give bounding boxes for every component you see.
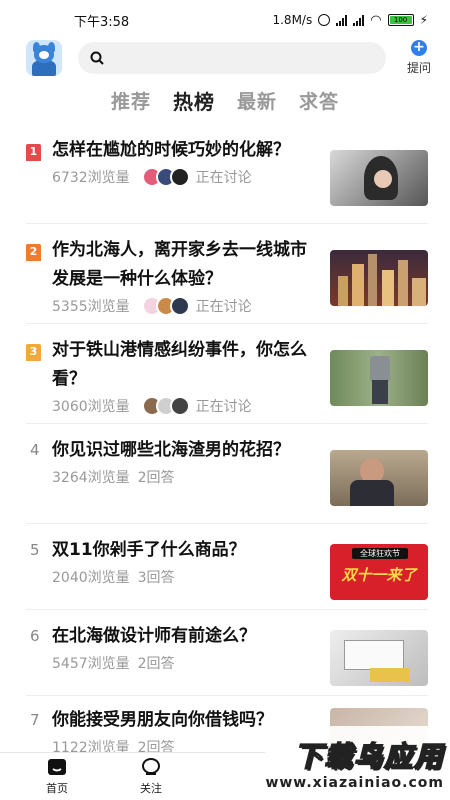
list-item[interactable]: 4 你见识过哪些北海渣男的花招？ 3264浏览量 2回答 [26, 424, 428, 524]
tab-hot[interactable]: 热榜 [173, 86, 215, 115]
avatar[interactable] [26, 40, 62, 76]
ask-button[interactable]: + 提问 [402, 40, 436, 76]
rank-badge: 3 [26, 344, 41, 361]
question-title[interactable]: 对于铁山港情感纠纷事件，你怎么看？ [52, 336, 318, 394]
tab-latest[interactable]: 最新 [237, 87, 277, 114]
answer-count: 2回答 [137, 470, 175, 486]
question-thumbnail[interactable] [330, 350, 428, 406]
thumb-badge: 全球狂欢节 [352, 548, 408, 559]
follow-icon [142, 758, 160, 775]
question-thumbnail[interactable] [330, 150, 428, 206]
list-item[interactable]: 2 作为北海人，离开家乡去一线城市发展是一种什么体验？ 5355浏览量 正在讨论 [26, 224, 428, 324]
status-bar: 下午3:58 1.8M/s ◠ 100 ⚡ [0, 0, 450, 40]
rank-number: 5 [30, 541, 40, 559]
avatar-group [141, 167, 190, 187]
charging-icon: ⚡ [419, 13, 428, 27]
net-speed: 1.8M/s [272, 13, 313, 27]
discussion-status: 正在讨论 [195, 170, 252, 186]
hot-list: 1 怎样在尴尬的时候巧妙的化解？ 6732浏览量 正在讨论 2 作为北海人，离开… [0, 124, 450, 764]
question-title[interactable]: 你见识过哪些北海渣男的花招？ [52, 436, 318, 465]
search-bar[interactable] [78, 42, 386, 74]
list-item[interactable]: 1 怎样在尴尬的时候巧妙的化解？ 6732浏览量 正在讨论 [26, 124, 428, 224]
top-bar: + 提问 [0, 40, 450, 76]
rank-badge: 1 [26, 144, 41, 161]
discussion-status: 正在讨论 [195, 399, 252, 415]
tab-recommend[interactable]: 推荐 [111, 87, 151, 114]
question-thumbnail[interactable] [330, 450, 428, 506]
question-title[interactable]: 双11你剁手了什么商品？ [52, 536, 318, 565]
status-time: 下午3:58 [74, 14, 130, 30]
list-item[interactable]: 6 在北海做设计师有前途么？ 5457浏览量 2回答 [26, 610, 428, 696]
watermark: 下载鸟应用 www.xiazainiao.com [265, 726, 450, 800]
tab-bar: 推荐 热榜 最新 求答 [0, 76, 450, 124]
answer-count: 2回答 [137, 656, 175, 672]
rank-number: 6 [30, 627, 40, 645]
question-title[interactable]: 在北海做设计师有前途么？ [52, 622, 318, 651]
thumb-banner-text: 双十一来了 [341, 566, 417, 584]
tab-ask[interactable]: 求答 [299, 87, 339, 114]
signal-icon [336, 14, 348, 26]
search-input[interactable] [112, 50, 386, 66]
nav-home[interactable]: 首页 [10, 753, 104, 800]
question-title[interactable]: 作为北海人，离开家乡去一线城市发展是一种什么体验？ [52, 236, 318, 294]
rank-badge: 2 [26, 244, 41, 261]
list-item[interactable]: 5 双11你剁手了什么商品？ 2040浏览量 3回答 全球狂欢节 双十一来了 [26, 524, 428, 610]
question-thumbnail[interactable]: 全球狂欢节 双十一来了 [330, 544, 428, 600]
question-thumbnail[interactable] [330, 630, 428, 686]
battery-icon: 100 [387, 14, 414, 26]
view-count: 2040浏览量 [52, 570, 130, 586]
view-count: 6732浏览量 [52, 170, 130, 186]
answer-count: 3回答 [137, 570, 175, 586]
list-item[interactable]: 3 对于铁山港情感纠纷事件，你怎么看？ 3060浏览量 正在讨论 [26, 324, 428, 424]
ask-label: 提问 [406, 61, 431, 75]
wifi-icon: ◠ [370, 12, 382, 28]
watermark-title: 下载鸟应用 [293, 739, 444, 774]
alarm-icon [318, 14, 331, 26]
discussion-status: 正在讨论 [195, 299, 252, 315]
view-count: 5457浏览量 [52, 656, 130, 672]
search-icon [90, 51, 104, 65]
avatar-group [141, 296, 190, 316]
view-count: 5355浏览量 [52, 299, 130, 315]
rank-number: 4 [30, 441, 40, 459]
home-icon [48, 759, 66, 775]
rank-number: 7 [30, 711, 40, 729]
view-count: 3264浏览量 [52, 470, 130, 486]
nav-follow[interactable]: 关注 [104, 753, 198, 800]
question-title[interactable]: 怎样在尴尬的时候巧妙的化解？ [52, 136, 318, 165]
plus-icon: + [411, 40, 427, 56]
view-count: 3060浏览量 [52, 399, 130, 415]
question-thumbnail[interactable] [330, 250, 428, 306]
status-icons: 1.8M/s ◠ 100 ⚡ [272, 13, 428, 28]
watermark-url: www.xiazainiao.com [265, 775, 444, 791]
avatar-group [141, 396, 190, 416]
signal-icon-2 [353, 14, 365, 26]
